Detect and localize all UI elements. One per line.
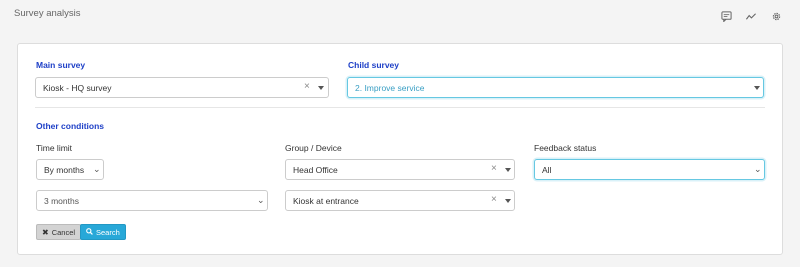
main-survey-value: Kiosk - HQ survey bbox=[43, 82, 112, 93]
clear-icon[interactable]: × bbox=[304, 81, 310, 92]
divider bbox=[35, 107, 765, 108]
feedback-status-label: Feedback status bbox=[534, 143, 597, 153]
caret-down-icon[interactable] bbox=[754, 86, 760, 90]
main-survey-label: Main survey bbox=[36, 60, 86, 70]
device-select[interactable]: Kiosk at entrance × bbox=[285, 190, 515, 211]
clear-icon[interactable]: × bbox=[491, 163, 497, 174]
child-survey-select[interactable]: 2. Improve service bbox=[347, 77, 764, 98]
survey-filter-panel: Main survey Kiosk - HQ survey × Child su… bbox=[17, 43, 783, 255]
caret-down-icon[interactable] bbox=[318, 86, 324, 90]
page-title: Survey analysis bbox=[14, 7, 81, 19]
header-icons bbox=[720, 10, 782, 22]
trend-chart-icon[interactable] bbox=[745, 10, 757, 22]
group-select[interactable]: Head Office × bbox=[285, 159, 515, 180]
chevron-down-icon: ⌄ bbox=[257, 195, 265, 205]
feedback-status-value: All bbox=[542, 164, 552, 175]
other-conditions-label: Other conditions bbox=[36, 121, 104, 131]
caret-down-icon[interactable] bbox=[505, 199, 511, 203]
time-limit-mode-value: By months bbox=[44, 164, 85, 175]
feedback-status-select[interactable]: All ⌄ bbox=[534, 159, 765, 180]
caret-down-icon[interactable] bbox=[505, 168, 511, 172]
close-icon: ✖ bbox=[42, 227, 49, 237]
main-survey-select[interactable]: Kiosk - HQ survey × bbox=[35, 77, 329, 98]
group-value: Head Office bbox=[293, 164, 338, 175]
chevron-down-icon: ⌄ bbox=[754, 164, 762, 174]
time-limit-period-select[interactable]: 3 months ⌄ bbox=[36, 190, 268, 211]
search-icon bbox=[86, 227, 93, 237]
search-button[interactable]: Search bbox=[80, 224, 126, 240]
group-device-label: Group / Device bbox=[285, 143, 342, 153]
search-button-label: Search bbox=[96, 227, 120, 237]
top-bar: Survey analysis bbox=[0, 0, 800, 30]
time-limit-period-value: 3 months bbox=[44, 195, 79, 206]
child-survey-label: Child survey bbox=[348, 60, 400, 70]
cancel-button-label: Cancel bbox=[51, 227, 76, 237]
gear-icon[interactable] bbox=[770, 10, 782, 22]
comment-icon[interactable] bbox=[720, 10, 732, 22]
cancel-button[interactable]: ✖ Cancel bbox=[36, 224, 82, 240]
clear-icon[interactable]: × bbox=[491, 194, 497, 205]
time-limit-label: Time limit bbox=[36, 143, 73, 153]
device-value: Kiosk at entrance bbox=[293, 195, 359, 206]
time-limit-mode-select[interactable]: By months ⌄ bbox=[36, 159, 104, 180]
child-survey-value: 2. Improve service bbox=[355, 82, 425, 93]
chevron-down-icon: ⌄ bbox=[93, 164, 101, 174]
